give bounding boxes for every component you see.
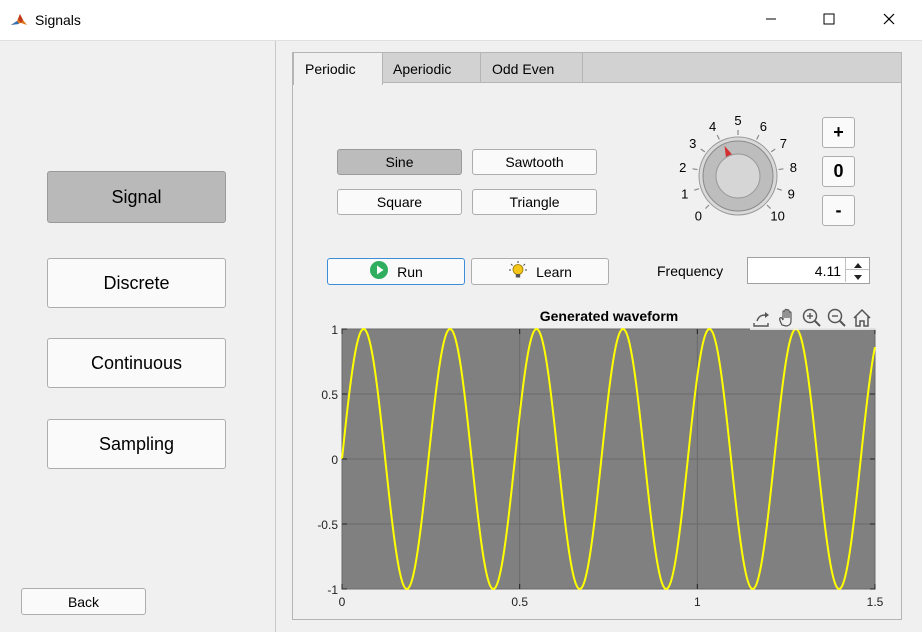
discrete-button[interactable]: Discrete <box>47 258 226 308</box>
discrete-button-label: Discrete <box>103 272 170 293</box>
learn-button-label: Learn <box>536 263 572 280</box>
triangle-button[interactable]: Triangle <box>472 189 597 215</box>
frequency-label: Frequency <box>657 263 724 279</box>
knob-label: 2 <box>679 160 686 175</box>
continuous-button[interactable]: Continuous <box>47 338 226 388</box>
knob-tick <box>694 188 700 191</box>
knob-tick <box>716 134 720 140</box>
x-tick-label: 0 <box>339 595 346 609</box>
window-title: Signals <box>35 12 81 28</box>
signal-button-label: Signal <box>111 186 162 207</box>
knob-label: 6 <box>760 119 767 134</box>
app-window: Signals Signal Discrete Continuous Sampl… <box>0 0 922 632</box>
learn-button[interactable]: Learn <box>471 258 609 285</box>
tab-strip: Periodic Aperiodic Odd Even <box>292 52 902 85</box>
close-icon <box>883 12 895 30</box>
increment-button[interactable]: + <box>822 117 855 148</box>
frequency-input[interactable] <box>748 258 845 283</box>
sampling-button-label: Sampling <box>98 433 175 454</box>
knob-label: 5 <box>734 113 741 128</box>
triangle-button-label: Triangle <box>509 194 560 210</box>
knob-label: 8 <box>790 160 797 175</box>
square-button-label: Square <box>376 194 423 210</box>
knob-label: 1 <box>681 186 688 201</box>
back-button-label: Back <box>67 593 100 610</box>
y-tick-label: 0 <box>331 453 338 467</box>
waveform-plot: Generated waveform -1 -0.5 0 0.5 1 0 0.5 1 1.5 <box>317 308 884 609</box>
sawtooth-button[interactable]: Sawtooth <box>472 149 597 175</box>
y-tick-label: -0.5 <box>317 518 338 532</box>
tab-aperiodic-label: Aperiodic <box>393 60 452 77</box>
y-tick-label: 1 <box>331 323 338 337</box>
tab-odd-even-label: Odd Even <box>492 60 555 77</box>
close-button[interactable] <box>860 0 918 41</box>
knob-label: 7 <box>780 136 787 151</box>
x-tick-label: 1.5 <box>867 595 884 609</box>
knob-tick <box>778 168 784 171</box>
decrement-button-label: - <box>835 200 842 220</box>
signal-button[interactable]: Signal <box>47 171 226 223</box>
minimize-icon <box>765 12 777 30</box>
run-button-label: Run <box>397 263 423 280</box>
y-tick-label: -1 <box>327 583 338 597</box>
tab-periodic[interactable]: Periodic <box>293 53 383 85</box>
knob-cap <box>715 153 761 199</box>
navigation-panel: Signal Discrete Continuous Sampling Back <box>0 41 276 632</box>
knob-label: 0 <box>695 209 702 224</box>
sampling-button[interactable]: Sampling <box>47 419 226 469</box>
maximize-button[interactable] <box>800 0 858 41</box>
reset-zero-button-label: 0 <box>833 161 844 181</box>
knob-tick <box>776 188 782 191</box>
y-tick-label: 0.5 <box>321 388 338 402</box>
x-tick-label: 0.5 <box>511 595 528 609</box>
knob-tick <box>756 134 760 140</box>
reset-zero-button[interactable]: 0 <box>822 156 855 187</box>
tab-aperiodic[interactable]: Aperiodic <box>382 53 481 84</box>
matlab-icon <box>10 12 28 30</box>
chevron-down-icon <box>853 267 862 285</box>
knob-tick <box>770 148 776 153</box>
frequency-spinner <box>747 257 870 284</box>
knob-tick <box>705 204 710 209</box>
maximize-icon <box>823 12 835 30</box>
sine-button-label: Sine <box>385 154 414 170</box>
tab-odd-even[interactable]: Odd Even <box>481 53 583 84</box>
minimize-button[interactable] <box>742 0 800 41</box>
increment-button-label: + <box>833 122 844 142</box>
tab-periodic-label: Periodic <box>305 61 356 77</box>
run-button[interactable]: Run <box>327 258 465 285</box>
knob-label: 4 <box>709 119 716 134</box>
knob-label: 3 <box>689 136 696 151</box>
axes-toolbar <box>750 306 876 330</box>
chart-title: Generated waveform <box>540 308 679 324</box>
back-button[interactable]: Back <box>21 588 146 615</box>
frequency-knob[interactable]: 01 234 5 678 9 10 <box>660 108 816 236</box>
square-button[interactable]: Square <box>337 189 462 215</box>
knob-label: 9 <box>788 186 795 201</box>
sine-button[interactable]: Sine <box>337 149 462 175</box>
knob-tick <box>692 168 698 171</box>
decrement-button[interactable]: - <box>822 195 855 226</box>
x-tick-label: 1 <box>694 595 701 609</box>
continuous-button-label: Continuous <box>90 352 183 373</box>
sawtooth-button-label: Sawtooth <box>505 154 564 170</box>
spinner-down-button[interactable] <box>845 270 869 282</box>
lightbulb-icon <box>508 260 528 283</box>
knob-tick <box>700 148 706 153</box>
play-icon <box>369 260 389 283</box>
knob-label: 10 <box>770 209 784 224</box>
title-bar: Signals <box>0 0 922 41</box>
